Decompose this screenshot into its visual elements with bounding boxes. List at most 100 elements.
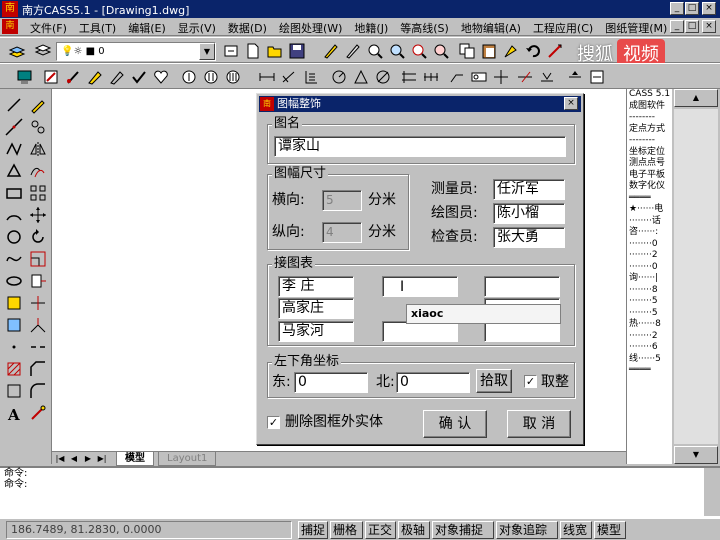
status-toggle-6[interactable]: 线宽 [560,521,592,539]
minimize-icon[interactable]: _ [670,2,684,15]
side-panel-line[interactable]: ════ [627,193,672,205]
zoom-extents-icon[interactable] [432,42,450,60]
doc-restore-icon[interactable]: □ [685,20,699,33]
undo-icon[interactable] [524,42,542,60]
side-panel-line[interactable]: 定点方式 [627,124,672,136]
side-panel-line[interactable]: ········2 [627,250,672,262]
trim-icon[interactable] [28,293,48,313]
doc-close-icon[interactable]: × [702,20,716,33]
checker-input[interactable]: 张大勇 [493,227,565,248]
paste-icon[interactable] [480,42,498,60]
status-toggle-7[interactable]: 模型 [594,521,626,539]
menu-item-5[interactable]: 绘图处理(W) [273,20,348,36]
construction-line-icon[interactable] [4,117,24,137]
polyline-icon[interactable] [4,139,24,159]
menu-item-2[interactable]: 编辑(E) [122,20,172,36]
dim-text-edit-icon[interactable] [538,68,556,86]
snap-checkbox[interactable]: ✓ [524,375,537,388]
side-panel-line[interactable]: ········话 [627,216,672,228]
region-icon[interactable] [4,381,24,401]
zoom-previous-icon[interactable] [410,42,428,60]
height-input[interactable]: 4 [322,222,362,243]
display-icon[interactable] [16,68,34,86]
adjacent-s-input[interactable] [382,321,458,342]
side-panel-line[interactable]: ════ [627,365,672,377]
drafter-input[interactable]: 陈小榴 [493,203,565,224]
check-icon[interactable] [130,68,148,86]
make-block-icon[interactable] [4,315,24,335]
cancel-button[interactable]: 取 消 [507,410,571,438]
command-scrollbar[interactable] [704,468,720,516]
side-panel-line[interactable]: -------- [627,112,672,124]
dimension-icon[interactable] [258,68,276,86]
scroll-track[interactable] [674,109,718,444]
status-toggle-2[interactable]: 正交 [365,521,396,539]
dim-update-icon[interactable] [566,68,584,86]
offset-icon[interactable] [28,161,48,181]
erase-icon[interactable] [28,95,48,115]
last-tab-icon[interactable]: ▶| [96,453,108,465]
menu-item-8[interactable]: 地物编辑(A) [455,20,527,36]
new-file-icon[interactable] [244,42,262,60]
stretch-icon[interactable] [28,271,48,291]
menu-item-3[interactable]: 显示(V) [172,20,222,36]
side-panel-line[interactable]: 咨······: [627,227,672,239]
mirror-icon[interactable] [28,139,48,159]
side-panel-scrollbar[interactable]: ▲ ▼ [672,89,720,464]
delete-outside-checkbox[interactable]: ✓ [267,416,280,429]
polygon-icon[interactable] [4,161,24,181]
side-panel-line[interactable]: ········0 [627,262,672,274]
east-input[interactable]: 0 [294,372,368,393]
continue-icon[interactable] [422,68,440,86]
document-icon[interactable]: 南 [2,19,18,34]
extend-icon[interactable] [28,315,48,335]
properties-icon[interactable] [42,68,60,86]
menu-item-0[interactable]: 文件(F) [24,20,73,36]
width-input[interactable]: 5 [322,190,362,211]
menu-item-6[interactable]: 地籍(J) [348,20,394,36]
rotate-icon[interactable] [28,227,48,247]
surveyor-input[interactable]: 任沂军 [493,179,565,200]
dialog-close-icon[interactable]: × [564,97,578,110]
ordinate-icon[interactable] [302,68,320,86]
adjacent-n-input[interactable] [382,276,458,297]
angular-icon[interactable] [352,68,370,86]
north-input[interactable]: 0 [396,372,470,393]
side-panel-line[interactable]: 线······5 [627,354,672,366]
radius-icon[interactable] [330,68,348,86]
side-panel-line[interactable]: -------- [627,135,672,147]
side-panel-line[interactable]: ········5 [627,296,672,308]
aligned-dimension-icon[interactable] [280,68,298,86]
move-icon[interactable] [28,205,48,225]
side-panel-line[interactable]: 询······| [627,273,672,285]
layer-state-icon[interactable] [34,42,52,60]
match-properties-icon[interactable] [502,42,520,60]
center-mark-icon[interactable] [492,68,510,86]
open-file-icon[interactable] [266,42,284,60]
save-icon[interactable] [288,42,306,60]
line-icon[interactable] [4,95,24,115]
side-panel-line[interactable]: ········5 [627,308,672,320]
heart-icon[interactable] [152,68,170,86]
adjacent-nw-input[interactable]: 李 庄 [278,276,354,297]
draw-order-icon[interactable] [546,42,564,60]
menu-item-4[interactable]: 数据(D) [222,20,273,36]
fillet-icon[interactable] [28,381,48,401]
next-tab-icon[interactable]: ▶ [82,453,94,465]
ellipse-icon[interactable] [4,271,24,291]
side-panel-line[interactable]: 电子平板 [627,170,672,182]
circle-triple-icon[interactable] [224,68,242,86]
copy-icon[interactable] [458,42,476,60]
rectangle-icon[interactable] [4,183,24,203]
prev-tab-icon[interactable]: ◀ [68,453,80,465]
status-toggle-3[interactable]: 极轴 [398,521,430,539]
pen-icon[interactable] [86,68,104,86]
side-panel-line[interactable]: 数字化仪 [627,181,672,193]
maximize-icon[interactable]: □ [685,2,699,15]
pick-button[interactable]: 拾取 [476,369,512,393]
status-toggle-1[interactable]: 栅格 [330,521,363,539]
adjacent-se-input[interactable] [484,321,560,342]
command-window[interactable]: 命令: 命令: [0,466,720,518]
scroll-up-icon[interactable]: ▲ [674,89,718,107]
adjacent-ne-input[interactable] [484,276,560,297]
